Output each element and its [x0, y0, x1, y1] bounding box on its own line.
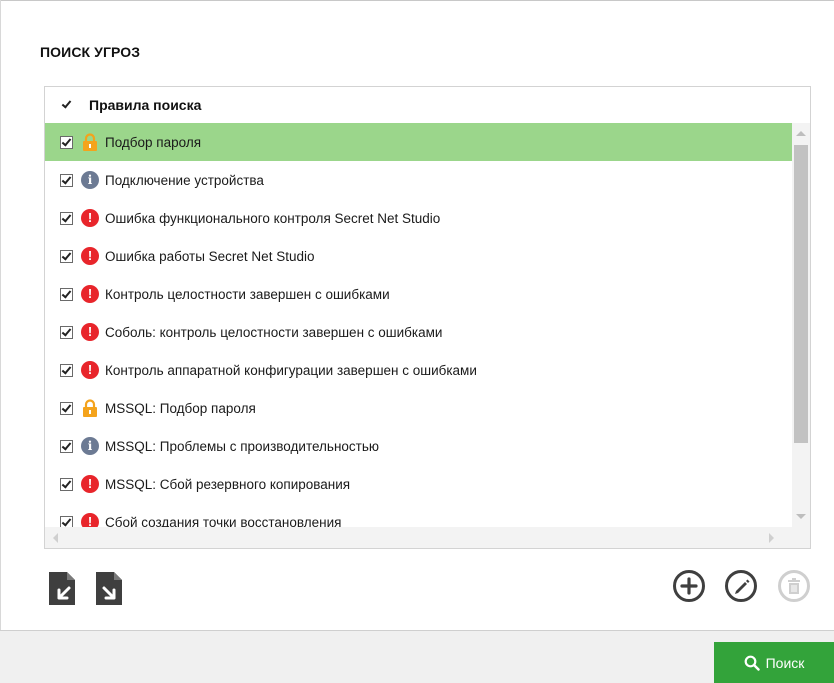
- rules-rows: Подбор пароля i Подключение устройства! Оши…: [45, 123, 792, 527]
- rule-label: Соболь: контроль целостности завершен с …: [105, 324, 443, 340]
- rule-row[interactable]: ! Ошибка работы Secret Net Studio: [45, 237, 792, 275]
- rule-row[interactable]: i MSSQL: Проблемы с производительностью: [45, 427, 792, 465]
- rule-checkbox[interactable]: [60, 135, 73, 149]
- rule-checkbox[interactable]: [60, 173, 73, 187]
- search-button-label: Поиск: [765, 654, 805, 671]
- rule-row[interactable]: ! Контроль целостности завершен с ошибкам…: [45, 275, 792, 313]
- rule-label: MSSQL: Подбор пароля: [105, 400, 256, 416]
- error-icon: !: [81, 361, 99, 379]
- rule-row[interactable]: i Подключение устройства: [45, 161, 792, 199]
- rule-label: Подбор пароля: [105, 134, 202, 150]
- search-icon: [744, 655, 760, 671]
- scroll-up-arrow-icon[interactable]: [796, 131, 806, 136]
- file-import-icon: [49, 572, 75, 605]
- export-button[interactable]: [94, 570, 124, 607]
- scroll-down-arrow-icon[interactable]: [796, 514, 806, 519]
- rule-row[interactable]: Подбор пароля: [45, 123, 792, 161]
- error-icon: !: [81, 513, 99, 527]
- select-all-checkbox[interactable]: [61, 99, 74, 112]
- rule-row[interactable]: ! Соболь: контроль целостности завершен с…: [45, 313, 792, 351]
- rule-checkbox[interactable]: [60, 401, 73, 415]
- edit-rule-button[interactable]: [725, 570, 757, 602]
- scroll-left-arrow-icon[interactable]: [53, 533, 58, 543]
- rule-row[interactable]: MSSQL: Подбор пароля: [45, 389, 792, 427]
- search-button[interactable]: Поиск: [714, 642, 834, 683]
- info-icon: i: [81, 437, 99, 455]
- pencil-icon: [735, 579, 750, 594]
- import-button[interactable]: [47, 570, 77, 607]
- rule-checkbox[interactable]: [60, 439, 73, 453]
- rule-checkbox[interactable]: [60, 249, 73, 263]
- error-icon: !: [81, 209, 99, 227]
- rule-checkbox[interactable]: [60, 211, 73, 225]
- rule-row[interactable]: ! Сбой создания точки восстановления: [45, 503, 792, 527]
- file-export-icon: [96, 572, 122, 605]
- rules-list: Правила поиска Подбор пароля i Подключение…: [44, 86, 811, 549]
- vertical-scrollbar[interactable]: [792, 123, 810, 527]
- window-top-border: [0, 0, 834, 1]
- rule-checkbox[interactable]: [60, 287, 73, 301]
- trash-icon: [788, 578, 800, 594]
- rule-label: Контроль целостности завершен с ошибками: [105, 286, 390, 302]
- rule-label: Контроль аппаратной конфигурации заверше…: [105, 362, 477, 378]
- delete-rule-button[interactable]: [778, 570, 810, 602]
- info-icon: i: [81, 171, 99, 189]
- error-icon: !: [81, 475, 99, 493]
- rule-row[interactable]: ! Контроль аппаратной конфигурации заверш…: [45, 351, 792, 389]
- horizontal-scrollbar[interactable]: [45, 527, 792, 548]
- rule-checkbox[interactable]: [60, 515, 73, 527]
- rule-row[interactable]: ! MSSQL: Сбой резервного копирования: [45, 465, 792, 503]
- rule-label: Подключение устройства: [105, 172, 264, 188]
- window-left-border: [0, 0, 1, 683]
- rule-label: MSSQL: Проблемы с производительностью: [105, 438, 379, 454]
- lock-icon: [81, 133, 99, 151]
- error-icon: !: [81, 285, 99, 303]
- section-title: ПОИСК УГРОЗ: [40, 44, 141, 60]
- plus-icon: [680, 577, 698, 595]
- rule-checkbox[interactable]: [60, 363, 73, 377]
- error-icon: !: [81, 247, 99, 265]
- lock-icon: [81, 399, 99, 417]
- rule-checkbox[interactable]: [60, 477, 73, 491]
- rule-label: MSSQL: Сбой резервного копирования: [105, 476, 351, 492]
- rule-checkbox[interactable]: [60, 325, 73, 339]
- rule-row[interactable]: ! Ошибка функционального контроля Secret …: [45, 199, 792, 237]
- scrollbar-corner: [792, 527, 810, 548]
- list-header: Правила поиска: [45, 87, 810, 123]
- rule-label: Сбой создания точки восстановления: [105, 514, 342, 528]
- scrollbar-thumb[interactable]: [794, 145, 808, 443]
- footer-bar: [0, 631, 834, 683]
- scroll-right-arrow-icon[interactable]: [769, 533, 774, 543]
- rule-label: Ошибка работы Secret Net Studio: [105, 248, 315, 264]
- rule-label: Ошибка функционального контроля Secret N…: [105, 210, 441, 226]
- list-header-label: Правила поиска: [89, 97, 202, 113]
- error-icon: !: [81, 323, 99, 341]
- add-rule-button[interactable]: [673, 570, 705, 602]
